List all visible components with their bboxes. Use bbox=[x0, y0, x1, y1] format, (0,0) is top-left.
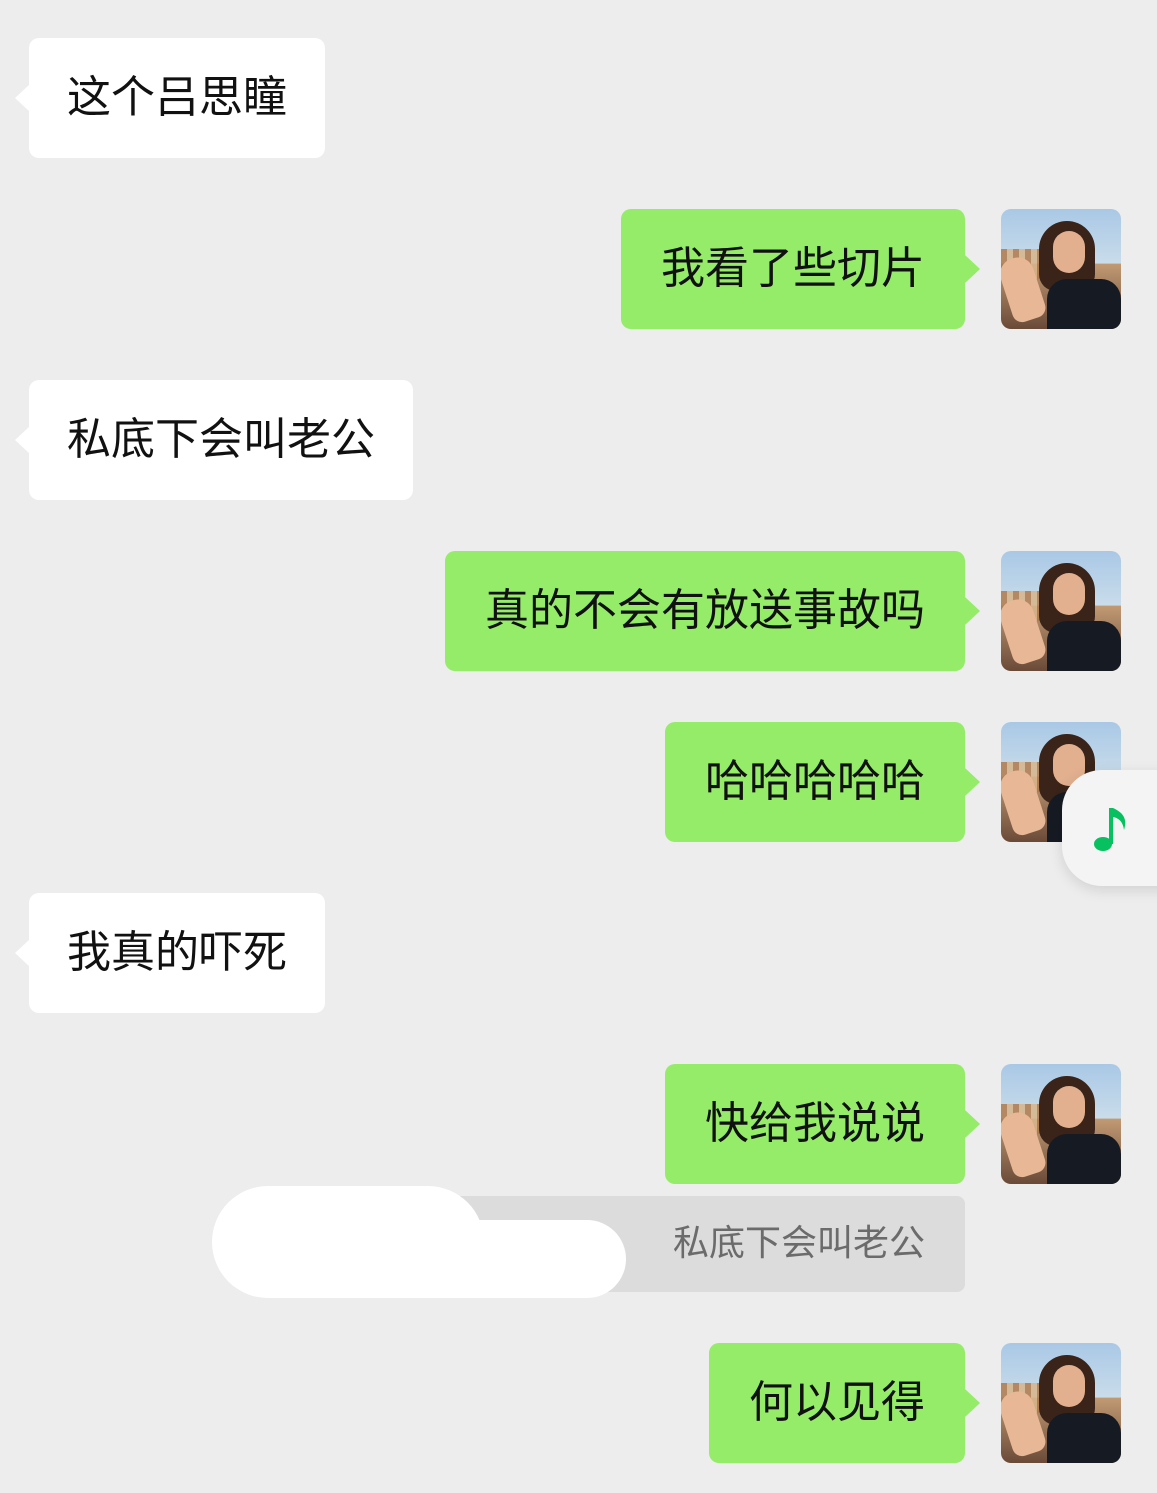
user-avatar[interactable] bbox=[1001, 209, 1121, 329]
message-bubble-outgoing[interactable]: 快给我说说 bbox=[665, 1064, 980, 1184]
message-bubble-outgoing[interactable]: 哈哈哈哈哈 bbox=[665, 722, 980, 842]
message-text: 哈哈哈哈哈 bbox=[705, 756, 925, 807]
message-bubble-outgoing[interactable]: 真的不会有放送事故吗 bbox=[445, 551, 980, 671]
message-text: 真的不会有放送事故吗 bbox=[485, 585, 925, 636]
message-bubble-incoming[interactable]: 私底下会叫老公 bbox=[15, 380, 413, 500]
message-bubble-incoming[interactable]: 这个吕思瞳 bbox=[15, 38, 325, 158]
message-text: 我真的吓死 bbox=[67, 927, 287, 978]
message-text: 我看了些切片 bbox=[661, 243, 925, 294]
music-note-icon bbox=[1094, 808, 1126, 851]
message-text: 私底下会叫老公 bbox=[67, 414, 375, 465]
message-bubble-outgoing[interactable]: 我看了些切片 bbox=[621, 209, 980, 329]
floating-music-player[interactable] bbox=[1062, 770, 1157, 886]
message-text: 何以见得 bbox=[749, 1377, 925, 1428]
user-avatar[interactable] bbox=[1001, 1343, 1121, 1463]
message-text: 快给我说说 bbox=[705, 1098, 925, 1149]
message-bubble-outgoing[interactable]: 何以见得 bbox=[709, 1343, 980, 1463]
user-avatar[interactable] bbox=[1001, 1064, 1121, 1184]
redaction-mark bbox=[246, 1220, 626, 1298]
user-avatar[interactable] bbox=[1001, 551, 1121, 671]
message-bubble-incoming[interactable]: 我真的吓死 bbox=[15, 893, 325, 1013]
quoted-message-text: 私底下会叫老公 bbox=[672, 1223, 925, 1264]
message-text: 这个吕思瞳 bbox=[67, 72, 287, 123]
